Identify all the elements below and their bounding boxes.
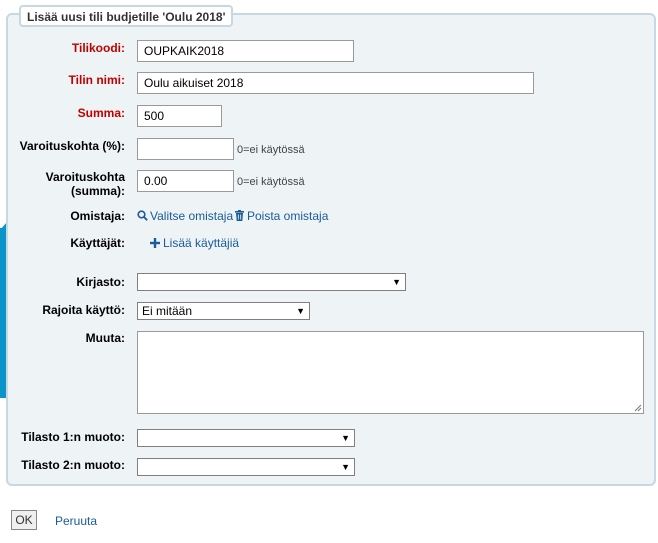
amount-input[interactable]: 500 (137, 105, 222, 127)
ok-button[interactable]: OK (11, 510, 37, 530)
warn-amount-hint: 0=ei käytössä (237, 176, 305, 188)
code-input[interactable]: OUPKAIK2018 (137, 40, 354, 62)
stat2-select[interactable]: ▼ (137, 458, 355, 476)
warn-amount-label: Varoituskohta (summa): (7, 170, 125, 198)
stat1-label: Tilasto 1:n muoto: (21, 430, 125, 444)
library-select[interactable]: ▼ (137, 273, 406, 291)
dropdown-arrow-icon: ▼ (341, 462, 350, 472)
choose-owner-link[interactable]: Valitse omistaja (137, 209, 233, 223)
remove-owner-label: Poista omistaja (247, 209, 329, 223)
notes-textarea[interactable] (137, 331, 644, 414)
stat2-label: Tilasto 2:n muoto: (21, 458, 125, 472)
plus-icon (150, 238, 160, 248)
owner-label: Omistaja: (70, 209, 125, 223)
amount-label: Summa: (77, 106, 125, 120)
dropdown-arrow-icon: ▼ (296, 306, 305, 316)
name-label: Tilin nimi: (68, 73, 125, 87)
resize-grip-icon[interactable] (634, 404, 642, 412)
remove-owner-link[interactable]: Poista omistaja (235, 209, 328, 223)
choose-owner-label: Valitse omistaja (150, 209, 234, 223)
restrict-label: Rajoita käyttö: (42, 303, 125, 317)
library-label: Kirjasto: (76, 275, 125, 289)
warn-percent-label: Varoituskohta (%): (19, 139, 125, 153)
users-label: Käyttäjät: (70, 236, 125, 250)
warn-amount-label-line2: (summa): (70, 184, 125, 198)
dropdown-arrow-icon: ▼ (392, 277, 401, 287)
restrict-select[interactable]: Ei mitään ▼ (137, 302, 310, 320)
add-users-label: Lisää käyttäjiä (163, 236, 240, 250)
fieldset-legend: Lisää uusi tili budjetille 'Oulu 2018' (19, 5, 234, 27)
warn-amount-input[interactable]: 0.00 (137, 170, 234, 192)
code-label: Tilikoodi: (71, 41, 125, 55)
restrict-selected: Ei mitään (142, 304, 193, 318)
trash-icon (235, 210, 244, 221)
search-icon (137, 210, 148, 221)
add-users-link[interactable]: Lisää käyttäjiä (150, 236, 239, 250)
name-input[interactable]: Oulu aikuiset 2018 (137, 72, 534, 94)
cancel-link[interactable]: Peruuta (55, 514, 97, 528)
stat1-select[interactable]: ▼ (137, 429, 355, 447)
warn-amount-label-line1: Varoituskohta (45, 170, 125, 184)
warn-percent-input[interactable] (137, 138, 234, 160)
dropdown-arrow-icon: ▼ (341, 433, 350, 443)
warn-percent-hint: 0=ei käytössä (237, 144, 305, 156)
notes-label: Muuta: (85, 331, 125, 345)
